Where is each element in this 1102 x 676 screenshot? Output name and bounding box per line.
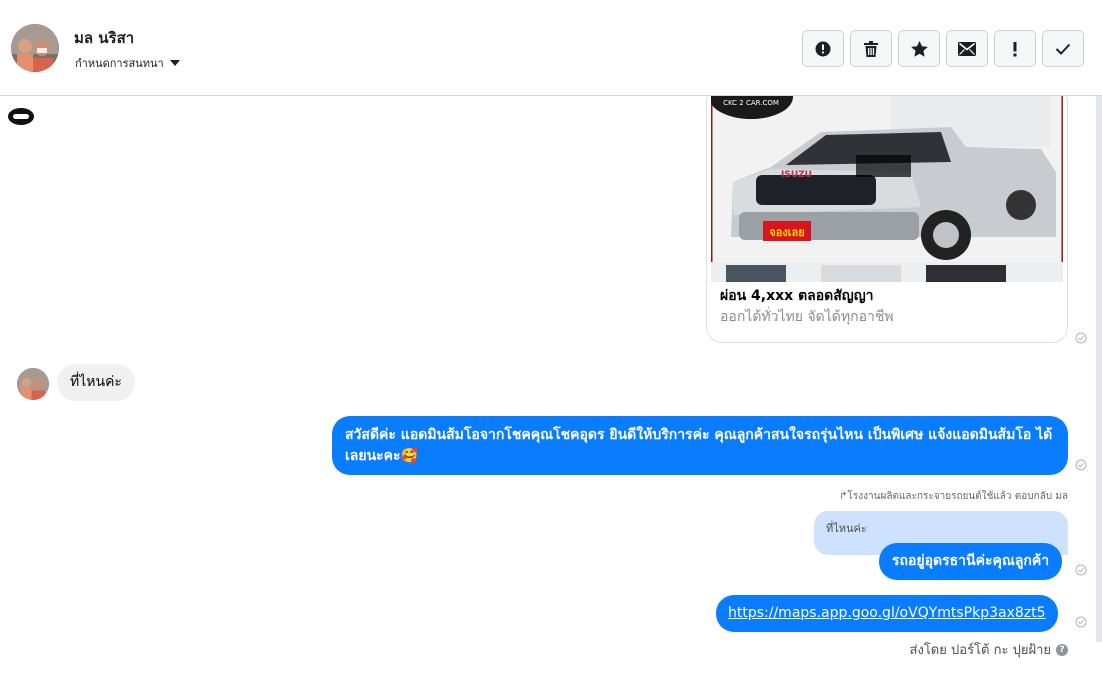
car-ad-image: CKC 2 CAR.COM ISUZU จองเลย [711,96,1063,282]
trash-icon [864,40,878,57]
help-icon[interactable]: ? [1056,643,1068,656]
message-thread[interactable]: CKC 2 CAR.COM ISUZU จองเลย ผ่อน 4,xxx ตล… [0,96,1102,676]
sent-by-label: ส่งโดย ปอร์โต้ กะ ปุยฝ้าย ? [910,639,1068,660]
conversation-header: มล นริสา กำหนดการสนทนา [0,0,1102,96]
seen-check-icon [1075,616,1087,628]
seen-check-icon [1075,332,1087,344]
contact-avatar-small[interactable] [17,368,49,400]
outgoing-link-message: https://maps.app.goo.gl/oVQYmtsPkp3ax8zt… [716,595,1058,632]
thread-scrollbar[interactable] [1096,96,1102,642]
maps-link[interactable]: https://maps.app.goo.gl/oVQYmtsPkp3ax8zt… [728,605,1046,621]
outgoing-message[interactable]: สวัสดีค่ะ แอดมินส้มโอจากโชคคุณโชคอุดร ยิ… [332,416,1068,475]
contact-name: มล นริสา [74,29,135,47]
card-brand-text: ISUZU [781,170,812,180]
seen-check-icon [1075,564,1087,576]
card-logo-text: CKC 2 CAR.COM [723,99,779,107]
spam-button[interactable] [802,30,844,67]
outgoing-reply-message[interactable]: รถอยู่อุดรธานีค่ะคุณลูกค้า [879,543,1063,580]
inbox-conversation-view: มล นริสา กำหนดการสนทนา CKC 2 CAR.COM ISU… [0,0,1102,676]
card-subtitle: ออกได้ทั่วไทย จัดได้ทุกอาชีพ [720,309,894,325]
checkmark-icon [1055,43,1071,55]
incoming-message[interactable]: ที่ไหนค่ะ [57,364,135,401]
alert-circle-icon [815,41,831,56]
mark-unread-button[interactable] [946,30,988,67]
star-icon [910,40,928,57]
reply-context-label: ↱โรงงานผลิตและกระจายรถยนต์ใช้แล้ว ตอบกลั… [839,491,1068,502]
card-title: ผ่อน 4,xxx ตลอดสัญญา [720,288,874,304]
shared-post-card[interactable]: CKC 2 CAR.COM ISUZU จองเลย ผ่อน 4,xxx ตล… [706,96,1068,343]
envelope-icon [958,41,976,56]
assign-conversation-dropdown[interactable]: กำหนดการสนทนา [75,54,180,72]
mark-done-button[interactable] [1042,30,1084,67]
contact-avatar-large[interactable] [11,24,59,72]
caret-down-icon [169,60,180,66]
conversation-toolbar [802,30,1084,67]
seen-check-icon [1075,459,1087,471]
exclamation-icon [1013,41,1017,56]
delete-button[interactable] [850,30,892,67]
card-badge-text: จองเลย [769,226,804,239]
star-button[interactable] [898,30,940,67]
sent-by-text: ส่งโดย ปอร์โต้ กะ ปุยฝ้าย [909,643,1051,658]
page-logo-avatar [8,108,34,125]
follow-up-button[interactable] [994,30,1036,67]
assign-label: กำหนดการสนทนา [75,57,164,70]
